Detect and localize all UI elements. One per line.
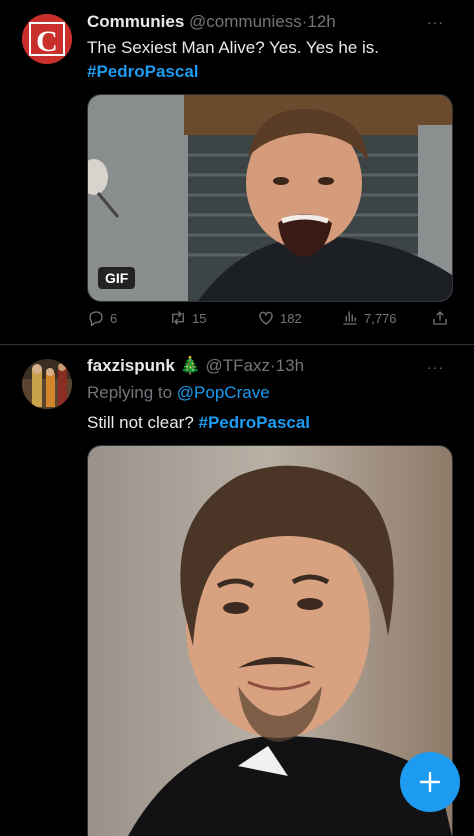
retweet-button[interactable]: 15 <box>169 309 206 327</box>
reply-count: 6 <box>110 310 118 326</box>
timestamp[interactable]: 12h <box>307 12 335 31</box>
share-button[interactable] <box>431 309 449 327</box>
user-avatar-image <box>22 359 72 409</box>
compose-button[interactable] <box>400 752 460 812</box>
reply-prefix: Replying to <box>87 383 173 402</box>
tweet-text-line: Still not clear? <box>87 413 194 432</box>
views-icon <box>343 311 357 325</box>
share-icon <box>433 311 447 325</box>
hashtag-link[interactable]: #PedroPascal <box>199 413 311 432</box>
like-button[interactable]: 182 <box>257 309 302 327</box>
compose-plus-icon <box>419 771 441 793</box>
author-name[interactable]: faxzispunk <box>87 356 175 375</box>
more-options-icon[interactable]: ··· <box>427 359 444 375</box>
retweet-icon <box>172 311 184 325</box>
avatar-faxzispunk[interactable] <box>22 359 72 409</box>
gif-badge: GIF <box>98 267 136 289</box>
reply-button[interactable]: 6 <box>87 309 117 327</box>
more-options-icon[interactable]: ··· <box>427 14 444 30</box>
christmas-tree-icon: 🎄 <box>179 356 201 375</box>
tweet-header: Communies @communiess·12h <box>87 12 336 32</box>
like-count: 182 <box>280 310 302 326</box>
like-icon <box>259 311 273 325</box>
views-button[interactable]: 7,776 <box>341 309 397 327</box>
svg-text:C: C <box>36 25 58 58</box>
reply-icon <box>89 311 103 327</box>
communies-logo-icon: C <box>22 14 72 64</box>
hashtag-link[interactable]: #PedroPascal <box>87 60 379 84</box>
photo-media[interactable] <box>87 445 453 836</box>
gif-media[interactable]: GIF <box>87 94 453 302</box>
tweet-text-line: The Sexiest Man Alive? Yes. Yes he is. <box>87 38 380 57</box>
photo-image <box>88 446 452 836</box>
tweet-header: faxzispunk 🎄 @TFaxz·13h <box>87 356 304 376</box>
reply-context: Replying to @PopCrave <box>87 381 270 405</box>
tweet-text: The Sexiest Man Alive? Yes. Yes he is. #… <box>87 36 379 84</box>
timestamp[interactable]: 13h <box>276 356 304 375</box>
view-count: 7,776 <box>364 310 397 326</box>
reply-to-link[interactable]: @PopCrave <box>177 383 270 402</box>
tweet-2[interactable]: faxzispunk 🎄 @TFaxz·13h ··· Replying to … <box>0 345 474 836</box>
tweet-actions: 6 15 182 7,776 <box>87 309 451 335</box>
tweet-text: Still not clear? #PedroPascal <box>87 411 310 435</box>
avatar-communies[interactable]: C <box>22 14 72 64</box>
author-name[interactable]: Communies <box>87 12 184 31</box>
gif-image <box>88 95 452 301</box>
tweet-1[interactable]: C Communies @communiess·12h ··· The Sexi… <box>0 0 474 344</box>
author-handle[interactable]: @TFaxz <box>206 356 270 375</box>
author-handle[interactable]: @communiess <box>189 12 302 31</box>
retweet-count: 15 <box>192 310 207 326</box>
